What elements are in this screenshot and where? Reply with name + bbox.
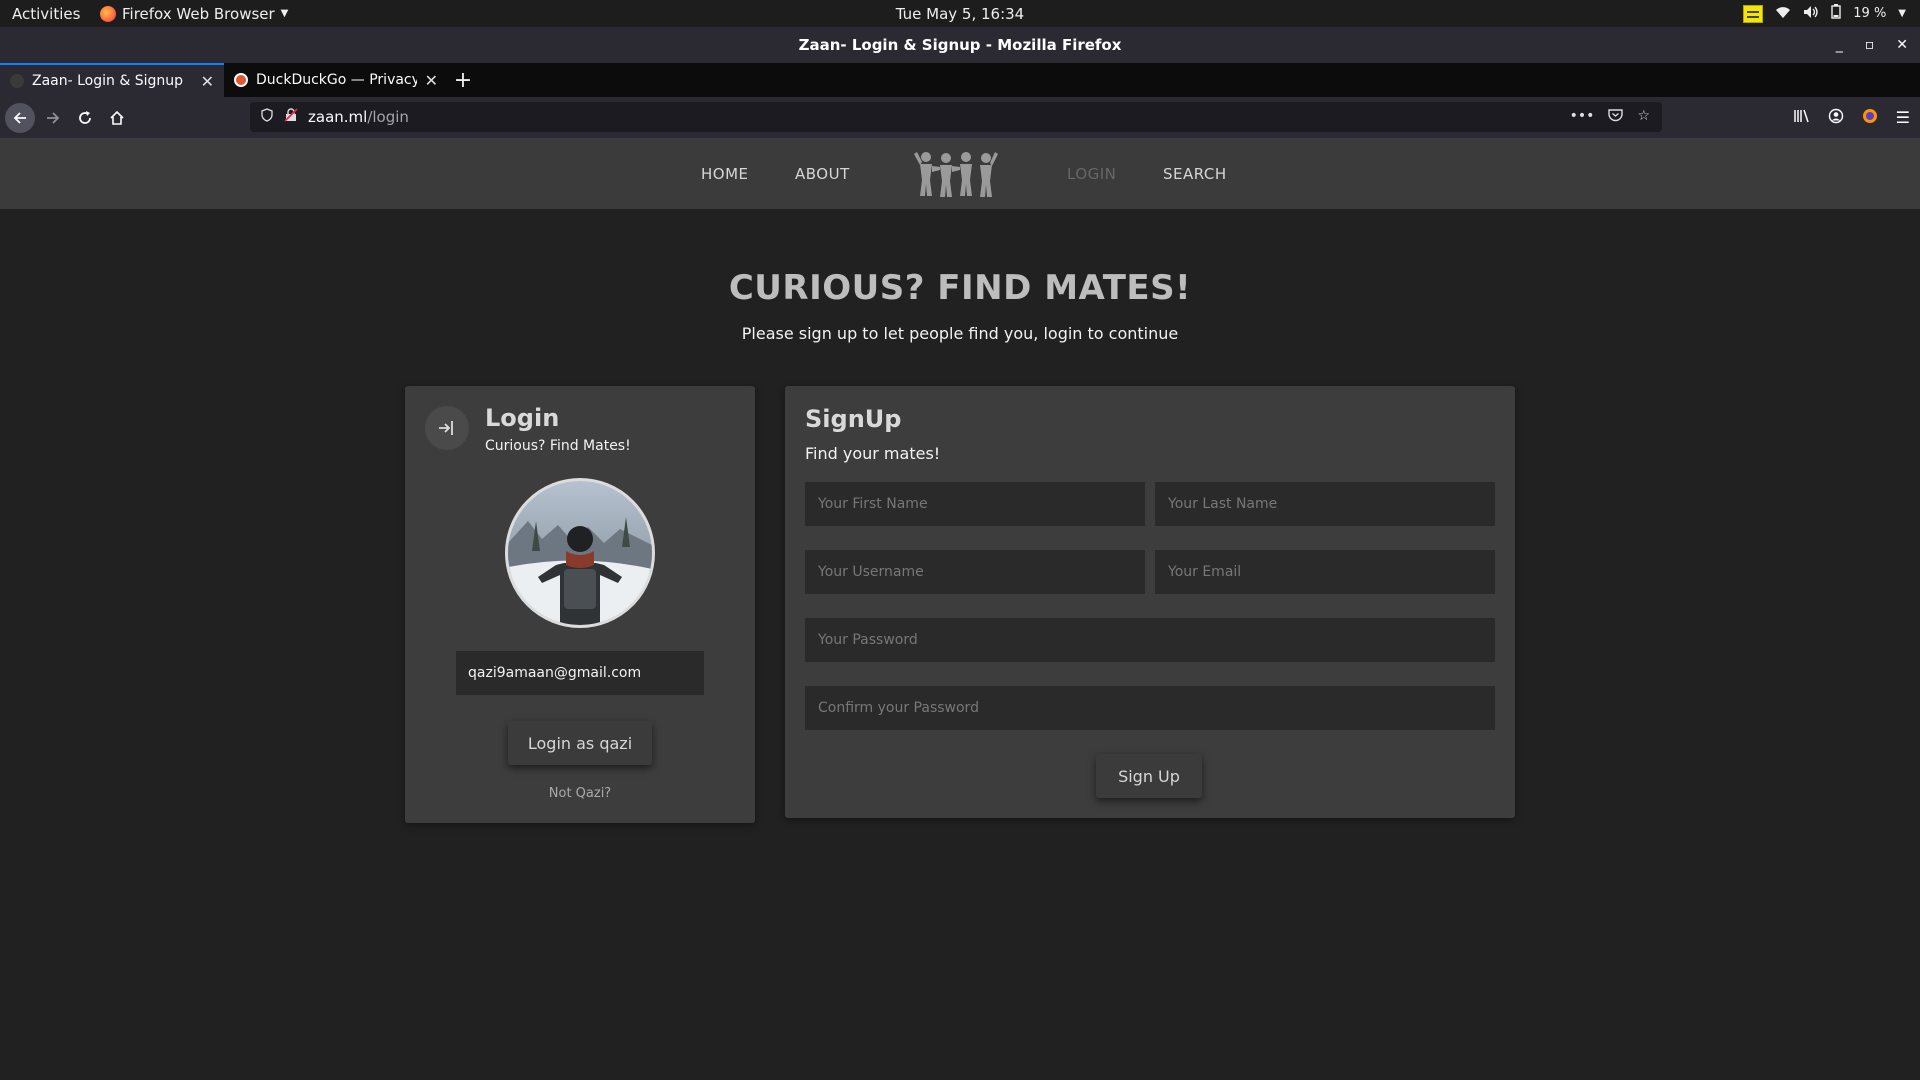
battery-icon[interactable]: [1831, 4, 1841, 23]
hamburger-menu-icon[interactable]: ☰: [1896, 108, 1910, 127]
tab-zaan[interactable]: Zaan- Login & Signup ✕: [0, 63, 224, 97]
close-window-icon[interactable]: ✕: [1896, 37, 1908, 53]
clock[interactable]: Tue May 5, 16:34: [896, 5, 1024, 23]
arrow-left-icon: [13, 111, 26, 124]
new-tab-button[interactable]: +: [448, 63, 478, 97]
home-icon: [110, 110, 124, 125]
window-title: Zaan- Login & Signup - Mozilla Firefox: [798, 36, 1122, 54]
nav-home-link[interactable]: HOME: [701, 138, 749, 209]
url-path: /login: [367, 108, 409, 126]
nav-search-link[interactable]: SEARCH: [1163, 138, 1227, 209]
page-subtitle: Please sign up to let people find you, l…: [741, 324, 1179, 343]
system-top-bar: Activities Firefox Web Browser ▼ Tue May…: [0, 0, 1920, 27]
window-titlebar: Zaan- Login & Signup - Mozilla Firefox _…: [0, 27, 1920, 63]
app-menu[interactable]: Firefox Web Browser ▼: [100, 5, 288, 23]
login-subtitle: Curious? Find Mates!: [485, 438, 631, 454]
url-bar[interactable]: zaan.ml/login ••• ☆: [250, 102, 1662, 132]
signup-heading: SignUp: [805, 405, 902, 433]
login-card: Login Curious? Find Mates! qazi9amaan@gm…: [405, 386, 755, 823]
home-button[interactable]: [102, 103, 132, 133]
user-photo-icon: [508, 517, 652, 625]
bookmark-star-icon[interactable]: ☆: [1637, 108, 1650, 126]
username-field[interactable]: Your Username: [805, 550, 1145, 594]
signup-button[interactable]: Sign Up: [1096, 754, 1202, 798]
tab-title: DuckDuckGo — Privacy, simplified.: [256, 72, 417, 88]
avatar: [505, 478, 655, 628]
nav-about-link[interactable]: ABOUT: [795, 138, 850, 209]
account-icon[interactable]: [1828, 108, 1844, 128]
extension-icon[interactable]: [1862, 108, 1878, 128]
confirm-password-field[interactable]: Confirm your Password: [805, 686, 1495, 730]
site-header: HOME ABOUT LOGIN SEARCH: [0, 138, 1920, 209]
navigation-toolbar: zaan.ml/login ••• ☆ ☰: [0, 97, 1920, 138]
login-as-button[interactable]: Login as qazi: [508, 721, 652, 765]
arrow-right-icon: [47, 111, 60, 124]
shield-icon[interactable]: [260, 108, 274, 126]
tab-duckduckgo[interactable]: DuckDuckGo — Privacy, simplified. ✕: [224, 63, 448, 97]
last-name-field[interactable]: Your Last Name: [1155, 482, 1495, 526]
site-logo-people-icon[interactable]: [914, 150, 998, 198]
password-field[interactable]: Your Password: [805, 618, 1495, 662]
pocket-icon[interactable]: [1608, 108, 1624, 126]
minimize-icon[interactable]: _: [1836, 37, 1843, 53]
login-heading: Login: [485, 404, 560, 432]
library-icon[interactable]: [1793, 108, 1810, 127]
tab-strip: Zaan- Login & Signup ✕ DuckDuckGo — Priv…: [0, 63, 1920, 97]
login-icon: [425, 406, 469, 450]
notes-icon[interactable]: [1743, 4, 1764, 23]
maximize-icon[interactable]: ▫: [1865, 37, 1875, 53]
login-email-field[interactable]: qazi9amaan@gmail.com: [456, 651, 704, 695]
wifi-icon[interactable]: [1775, 5, 1791, 23]
email-field[interactable]: Your Email: [1155, 550, 1495, 594]
nav-login-link[interactable]: LOGIN: [1067, 138, 1116, 209]
battery-percent: 19 %: [1853, 6, 1887, 21]
duckduckgo-favicon-icon: [234, 73, 248, 87]
reload-icon: [79, 110, 91, 124]
close-tab-icon[interactable]: ✕: [425, 71, 438, 90]
page-title: CURIOUS? FIND MATES!: [728, 268, 1192, 308]
firefox-icon: [100, 5, 116, 22]
signup-card: SignUp Find your mates! Your First Name …: [785, 386, 1515, 818]
caret-down-icon[interactable]: ▼: [1898, 8, 1906, 19]
volume-icon[interactable]: [1803, 5, 1819, 23]
tab-title: Zaan- Login & Signup: [32, 73, 184, 89]
url-host: zaan.ml: [308, 108, 368, 126]
url-text[interactable]: zaan.ml/login: [308, 108, 409, 126]
forward-button[interactable]: [38, 103, 68, 133]
zaan-favicon-icon: [10, 74, 24, 88]
reload-button[interactable]: [70, 103, 100, 133]
insecure-lock-icon[interactable]: [284, 108, 298, 126]
activities-button[interactable]: Activities: [12, 5, 80, 23]
app-menu-label: Firefox Web Browser: [122, 4, 275, 23]
close-tab-icon[interactable]: ✕: [201, 72, 214, 91]
signup-subtitle: Find your mates!: [805, 444, 941, 463]
page-actions-icon[interactable]: •••: [1570, 108, 1595, 126]
not-user-link[interactable]: Not Qazi?: [405, 786, 755, 801]
back-button[interactable]: [5, 102, 35, 133]
system-tray[interactable]: 19 % ▼: [1743, 4, 1906, 23]
first-name-field[interactable]: Your First Name: [805, 482, 1145, 526]
caret-down-icon: ▼: [280, 8, 289, 19]
